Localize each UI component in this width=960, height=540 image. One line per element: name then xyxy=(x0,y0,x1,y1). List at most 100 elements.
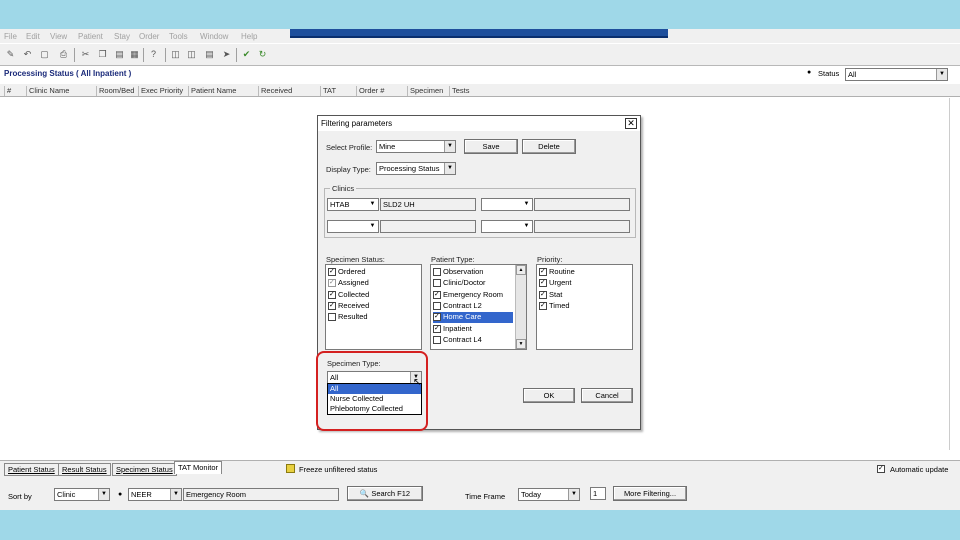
priority-item[interactable]: Routine xyxy=(539,267,619,278)
specimen-status-checkbox[interactable] xyxy=(328,290,336,299)
tile-icon[interactable]: ◫ xyxy=(186,49,197,60)
priority-item[interactable]: Urgent xyxy=(539,278,619,289)
column-header[interactable]: Exec Priority xyxy=(138,86,183,96)
scroll-up-icon[interactable]: ▲ xyxy=(516,265,526,275)
priority-checkbox[interactable] xyxy=(539,301,547,310)
cut-icon[interactable]: ✂ xyxy=(80,49,91,60)
ok-button[interactable]: OK xyxy=(523,388,575,403)
chevron-down-icon[interactable]: ▼ xyxy=(444,163,455,174)
count-field[interactable]: 1 xyxy=(590,487,606,500)
chevron-down-icon[interactable]: ▼ xyxy=(98,489,109,500)
save-icon[interactable]: ▢ xyxy=(39,49,50,60)
scroll-down-icon[interactable]: ▼ xyxy=(516,339,526,349)
patient-type-checkbox[interactable] xyxy=(433,313,441,322)
column-header[interactable]: Specimen xyxy=(407,86,443,96)
window-icon[interactable]: ◫ xyxy=(170,49,181,60)
copy-icon[interactable]: ❐ xyxy=(97,49,108,60)
column-header[interactable]: Received xyxy=(258,86,292,96)
patient-type-checkbox[interactable] xyxy=(433,335,441,344)
tab-patient-status[interactable]: Patient Status xyxy=(4,463,59,476)
chevron-down-icon[interactable]: ▼ xyxy=(936,69,947,80)
patient-type-checkbox[interactable] xyxy=(433,279,441,288)
menu-item-edit[interactable]: Edit xyxy=(26,32,40,41)
patient-radio-icon[interactable]: ● xyxy=(118,491,122,498)
priority-item[interactable]: Timed xyxy=(539,301,619,312)
clinic-code-field-3[interactable]: ▼ xyxy=(327,220,379,233)
check-icon[interactable]: ✔ xyxy=(241,49,252,60)
patient-type-list[interactable]: ObservationClinic/DoctorEmergency Room Co… xyxy=(430,264,527,350)
chevron-down-icon[interactable]: ▼ xyxy=(367,221,378,232)
patient-type-item[interactable]: Inpatient xyxy=(433,324,513,335)
patient-type-item[interactable]: Clinic/Doctor xyxy=(433,278,513,289)
specimen-status-list[interactable]: Ordered AssignedCollectedReceived Resulted xyxy=(325,264,422,350)
priority-list[interactable]: Routine UrgentStatTimed xyxy=(536,264,633,350)
tab-result-status[interactable]: Result Status xyxy=(58,463,111,476)
chart-icon[interactable]: ▤ xyxy=(204,49,215,60)
clinic-code-field-4[interactable]: ▼ xyxy=(481,220,533,233)
priority-checkbox[interactable] xyxy=(539,268,547,277)
column-header[interactable]: Order # xyxy=(356,86,384,96)
delete-button[interactable]: Delete xyxy=(522,139,576,154)
patient-type-checkbox[interactable] xyxy=(433,301,441,310)
clinic-code-field[interactable]: HTAB ▼ xyxy=(327,198,379,211)
tab-specimen-status[interactable]: Specimen Status xyxy=(112,463,177,476)
menu-item-order[interactable]: Order xyxy=(139,32,159,41)
clinic-code-field-2[interactable]: ▼ xyxy=(481,198,533,211)
patient-field[interactable]: NEER ▼ xyxy=(128,488,182,501)
refresh-icon[interactable]: ↻ xyxy=(257,49,268,60)
paste-icon[interactable]: ▤ xyxy=(114,49,125,60)
patient-type-checkbox[interactable] xyxy=(433,268,441,277)
chevron-down-icon[interactable]: ▼ xyxy=(521,221,532,232)
specimen-status-item[interactable]: Ordered xyxy=(328,267,408,278)
save-button[interactable]: Save xyxy=(464,139,518,154)
patient-type-item[interactable]: Home Care xyxy=(433,312,513,324)
tab-tat-monitor[interactable]: TAT Monitor xyxy=(174,461,223,474)
column-header[interactable]: Tests xyxy=(449,86,470,96)
priority-item[interactable]: Stat xyxy=(539,290,619,301)
more-filtering-button[interactable]: More Filtering... xyxy=(613,486,687,501)
patient-type-item[interactable]: Observation xyxy=(433,267,513,278)
column-header[interactable]: TAT xyxy=(320,86,336,96)
undo-icon[interactable]: ↶ xyxy=(22,49,33,60)
help-icon[interactable]: ? xyxy=(148,49,159,60)
menu-item-window[interactable]: Window xyxy=(200,32,228,41)
sort-by-dropdown[interactable]: Clinic ▼ xyxy=(54,488,110,501)
menu-item-help[interactable]: Help xyxy=(241,32,257,41)
menu-item-view[interactable]: View xyxy=(50,32,67,41)
close-icon[interactable]: ✕ xyxy=(625,118,637,129)
display-type-dropdown[interactable]: Processing Status ▼ xyxy=(376,162,456,175)
status-select[interactable]: All ▼ xyxy=(845,68,948,81)
edit-icon[interactable]: ✎ xyxy=(5,49,16,60)
column-header[interactable]: Patient Name xyxy=(188,86,236,96)
cancel-button[interactable]: Cancel xyxy=(581,388,633,403)
chevron-down-icon[interactable]: ▼ xyxy=(521,199,532,210)
chevron-down-icon[interactable]: ▼ xyxy=(367,199,378,210)
specimen-status-checkbox[interactable] xyxy=(328,301,336,310)
specimen-status-checkbox[interactable] xyxy=(328,313,336,322)
status-radio-icon[interactable]: ● xyxy=(807,69,811,76)
specimen-status-item[interactable]: Assigned xyxy=(328,278,408,289)
priority-checkbox[interactable] xyxy=(539,279,547,288)
select-profile-dropdown[interactable]: Mine ▼ xyxy=(376,140,456,153)
column-header[interactable]: Clinic Name xyxy=(26,86,69,96)
column-header[interactable]: # xyxy=(4,86,11,96)
chevron-down-icon[interactable]: ▼ xyxy=(444,141,455,152)
priority-checkbox[interactable] xyxy=(539,290,547,299)
time-frame-dropdown[interactable]: Today ▼ xyxy=(518,488,580,501)
patient-type-item[interactable]: Contract L4 xyxy=(433,335,513,346)
specimen-status-item[interactable]: Received xyxy=(328,301,408,312)
print-icon[interactable]: ⎙ xyxy=(58,49,69,60)
patient-type-checkbox[interactable] xyxy=(433,324,441,333)
auto-update-checkbox[interactable] xyxy=(877,464,885,473)
menu-item-patient[interactable]: Patient xyxy=(78,32,103,41)
freeze-icon[interactable] xyxy=(286,464,295,473)
search-button[interactable]: 🔍 Search F12 xyxy=(347,486,423,501)
find-icon[interactable]: ▦ xyxy=(129,49,140,60)
chevron-down-icon[interactable]: ▼ xyxy=(568,489,579,500)
column-header[interactable]: Room/Bed xyxy=(96,86,134,96)
specimen-status-item[interactable]: Collected xyxy=(328,290,408,301)
patient-type-item[interactable]: Emergency Room xyxy=(433,290,513,301)
patient-type-checkbox[interactable] xyxy=(433,290,441,299)
menu-item-file[interactable]: File xyxy=(4,32,17,41)
menu-item-stay[interactable]: Stay xyxy=(114,32,130,41)
